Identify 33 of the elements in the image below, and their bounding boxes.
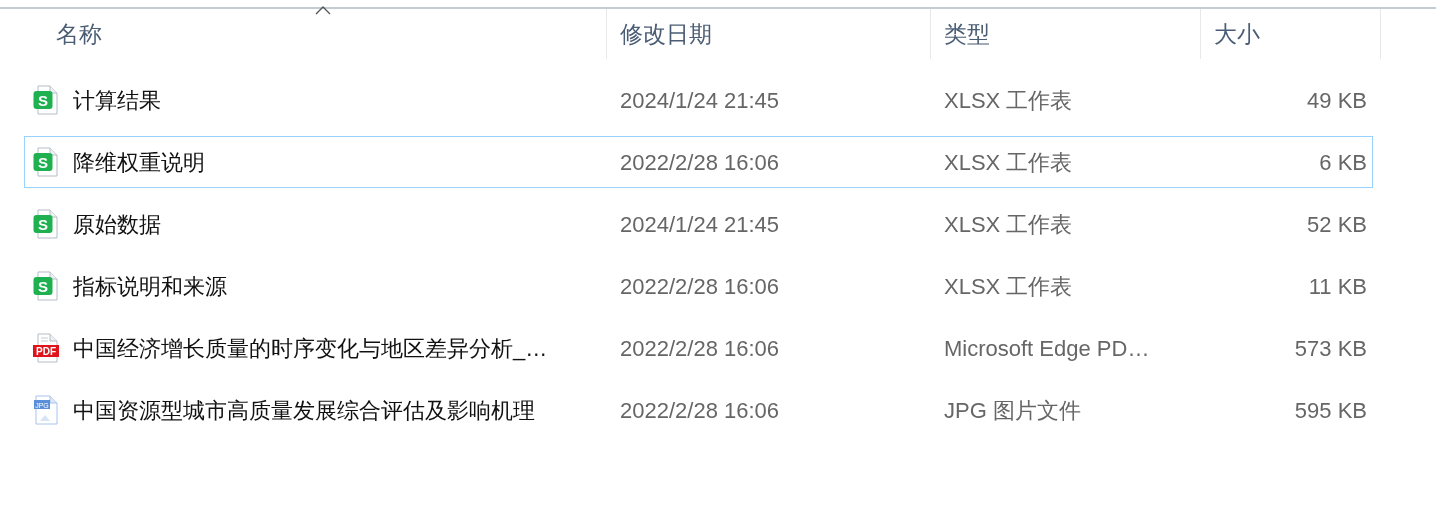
file-name: 计算结果 bbox=[73, 86, 161, 115]
file-size: 573 KB bbox=[1294, 335, 1367, 361]
file-row[interactable]: S 降维权重说明 2022/2/28 16:06 XLSX 工作表 6 KB bbox=[24, 136, 1373, 188]
file-name: 原始数据 bbox=[73, 210, 161, 239]
modified-date: 2022/2/28 16:06 bbox=[620, 335, 780, 361]
file-type: XLSX 工作表 bbox=[944, 149, 1073, 175]
file-size: 11 KB bbox=[1308, 273, 1367, 299]
file-type: Microsoft Edge PD… bbox=[944, 335, 1150, 361]
column-header[interactable]: 大小 bbox=[1201, 9, 1381, 59]
file-size: 49 KB bbox=[1307, 87, 1367, 113]
column-header[interactable]: 修改日期 bbox=[607, 9, 931, 59]
column-header[interactable]: 类型 bbox=[931, 9, 1201, 59]
file-size: 6 KB bbox=[1319, 149, 1367, 175]
file-name: 降维权重说明 bbox=[73, 148, 205, 177]
file-row[interactable]: PDF 中国经济增长质量的时序变化与地区差异分析_… 2022/2/28 16:06 Microsoft Edge PD… 573 KB bbox=[24, 322, 1373, 374]
file-type: XLSX 工作表 bbox=[944, 211, 1073, 237]
file-size: 52 KB bbox=[1307, 211, 1367, 237]
file-name: 指标说明和来源 bbox=[73, 272, 227, 301]
file-name: 中国经济增长质量的时序变化与地区差异分析_… bbox=[73, 334, 548, 363]
modified-date: 2024/1/24 21:45 bbox=[620, 211, 780, 237]
modified-date: 2022/2/28 16:06 bbox=[620, 149, 780, 175]
modified-date: 2022/2/28 16:06 bbox=[620, 273, 780, 299]
modified-date: 2024/1/24 21:45 bbox=[620, 87, 780, 113]
file-type: XLSX 工作表 bbox=[944, 87, 1073, 113]
file-size: 595 KB bbox=[1294, 397, 1367, 423]
file-type: XLSX 工作表 bbox=[944, 273, 1073, 299]
file-row[interactable]: S 原始数据 2024/1/24 21:45 XLSX 工作表 52 KB bbox=[24, 198, 1373, 250]
file-row[interactable]: S 计算结果 2024/1/24 21:45 XLSX 工作表 49 KB bbox=[24, 74, 1373, 126]
file-row[interactable]: S 指标说明和来源 2022/2/28 16:06 XLSX 工作表 11 KB bbox=[24, 260, 1373, 312]
column-header[interactable]: 名称 bbox=[24, 9, 607, 59]
file-type: JPG 图片文件 bbox=[944, 397, 1081, 423]
file-name: 中国资源型城市高质量发展综合评估及影响机理 bbox=[73, 396, 535, 425]
modified-date: 2022/2/28 16:06 bbox=[620, 397, 780, 423]
